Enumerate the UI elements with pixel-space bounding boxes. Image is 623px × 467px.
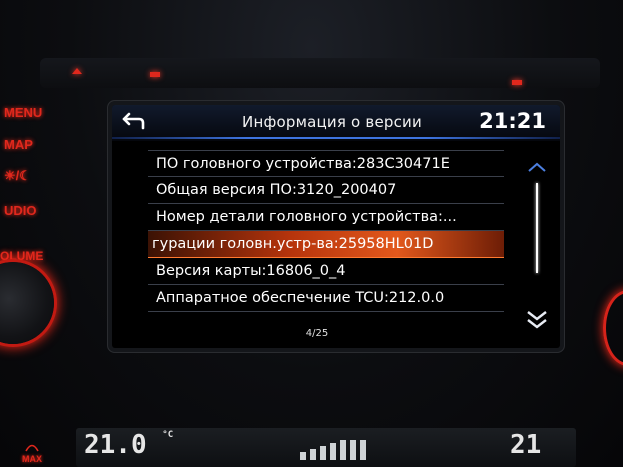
defrost-icon <box>25 444 39 452</box>
fan-bar <box>310 449 316 460</box>
list-item-label: Версия карты:16806_0_4 <box>156 263 346 279</box>
fan-bar <box>360 440 366 460</box>
right-temperature: 21 <box>510 430 541 460</box>
audio-button[interactable]: UDIO <box>0 197 72 223</box>
version-info-list: ПО головного устройства:283C30471E Общая … <box>148 150 504 312</box>
volume-label: OLUME <box>0 249 44 263</box>
indicator-led <box>512 80 522 85</box>
max-defrost-button[interactable]: MAX <box>22 442 42 464</box>
fan-bar <box>340 440 346 460</box>
eject-icon[interactable] <box>72 68 82 74</box>
left-temperature: 21.0 °C <box>84 430 173 460</box>
max-label: MAX <box>22 454 42 464</box>
page-indicator: 4/25 <box>305 328 329 339</box>
map-button-label: MAP <box>4 136 33 152</box>
list-item[interactable]: Номер детали головного устройства:... <box>148 204 504 231</box>
list-item-label: Аппаратное обеспечение TCU:212.0.0 <box>156 290 445 306</box>
list-item-label: гурации головн.устр-ва:25958HL01D <box>152 236 434 252</box>
list-item[interactable]: ПО головного устройства:283C30471E <box>148 150 504 177</box>
menu-button[interactable]: MENU <box>0 99 72 125</box>
list-item-label: Общая версия ПО:3120_200407 <box>156 182 397 198</box>
day-night-button[interactable]: ☀/☾ <box>0 163 72 189</box>
right-temperature-value: 21 <box>510 430 542 460</box>
menu-button-label: MENU <box>4 104 43 120</box>
day-night-icon: ☀/☾ <box>4 168 31 183</box>
list-item[interactable]: Версия карты:16806_0_4 <box>148 258 504 285</box>
car-dashboard: MENU MAP ☀/☾ UDIO OLUME Информация о вер… <box>0 0 623 467</box>
map-button[interactable]: MAP <box>0 131 72 157</box>
page-title: Информация о версии <box>242 113 422 131</box>
list-item[interactable]: гурации головн.устр-ва:25958HL01D <box>148 231 504 258</box>
indicator-led <box>150 72 160 77</box>
audio-button-label: UDIO <box>4 202 37 218</box>
back-button[interactable] <box>120 111 148 133</box>
infotainment-screen: Информация о версии 21:21 ПО головного у… <box>112 105 560 348</box>
back-arrow-icon <box>122 112 145 130</box>
fan-bar <box>300 452 306 460</box>
header-divider <box>112 137 560 139</box>
list-item[interactable]: Аппаратное обеспечение TCU:212.0.0 <box>148 285 504 312</box>
scrollbar[interactable] <box>522 161 552 341</box>
tune-knob[interactable] <box>603 290 623 366</box>
scroll-down-icon[interactable] <box>524 309 550 333</box>
list-item-label: ПО головного устройства:283C30471E <box>156 156 450 172</box>
fan-bar <box>320 446 326 460</box>
left-temperature-unit: °C <box>162 430 174 440</box>
left-temperature-value: 21.0 <box>84 430 147 460</box>
fan-bar <box>350 440 356 460</box>
scroll-up-icon[interactable] <box>526 161 548 175</box>
volume-knob[interactable] <box>0 262 54 344</box>
scrollbar-thumb[interactable] <box>536 183 538 273</box>
list-item-label: Номер детали головного устройства:... <box>156 209 457 225</box>
fan-bar <box>330 443 336 460</box>
clock: 21:21 <box>479 109 546 133</box>
list-item[interactable]: Общая версия ПО:3120_200407 <box>148 177 504 204</box>
screen-header: Информация о версии 21:21 <box>112 105 560 141</box>
